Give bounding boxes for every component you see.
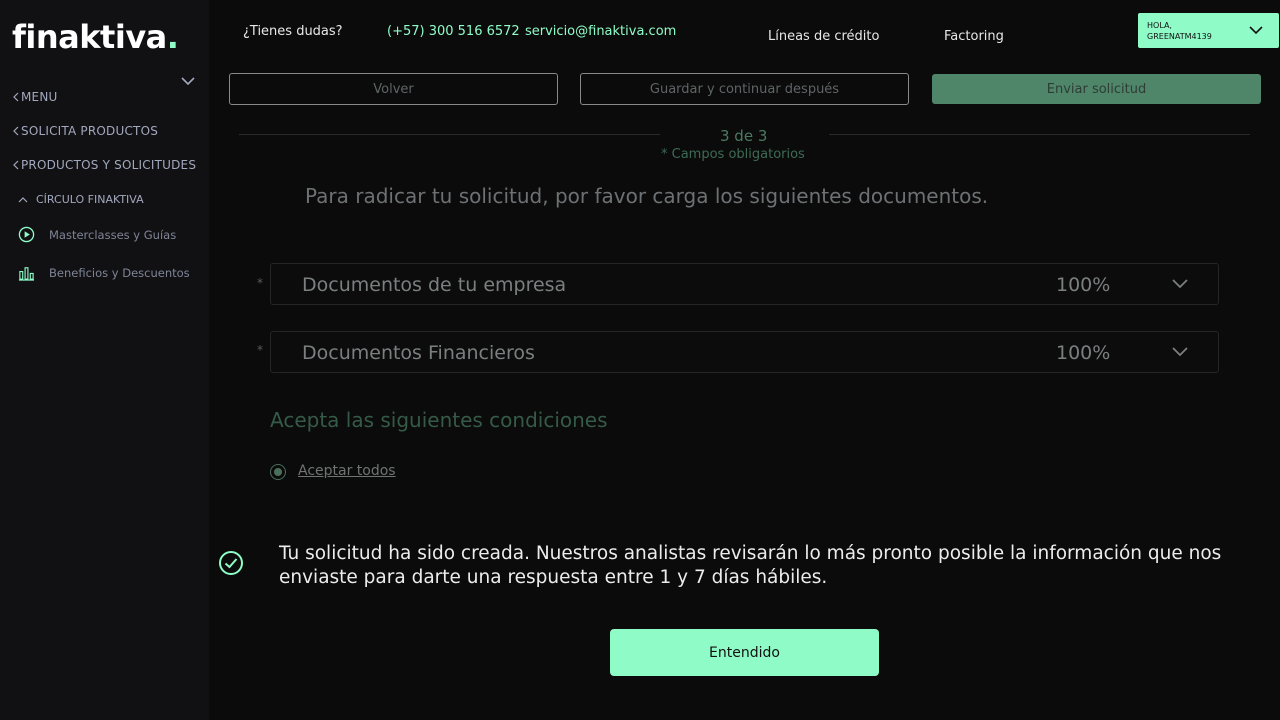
success-message: Tu solicitud ha sido creada. Nuestros an… (279, 543, 1222, 588)
chevron-left-icon (13, 92, 19, 102)
accordion-title: Documentos Financieros (302, 342, 535, 364)
sidebar-item-menu[interactable]: MENU (13, 90, 58, 104)
chevron-down-icon (1249, 26, 1263, 35)
user-menu-button[interactable]: HOLA, GREENATM4139 (1138, 13, 1279, 48)
nav-factoring[interactable]: Factoring (944, 29, 1004, 44)
sidebar-item-label: Beneficios y Descuentos (49, 265, 190, 280)
chevron-down-icon (1172, 347, 1188, 357)
check-circle-icon (219, 551, 243, 575)
back-button[interactable]: Volver (229, 73, 558, 105)
accordion-title: Documentos de tu empresa (302, 274, 567, 296)
sidebar-item-productos-solicitudes[interactable]: PRODUCTOS Y SOLICITUDES (13, 158, 196, 172)
divider (829, 134, 1250, 135)
help-question: ¿Tienes dudas? (243, 24, 343, 39)
save-later-button[interactable]: Guardar y continuar después (580, 73, 909, 105)
sidebar-item-label: SOLICITA PRODUCTOS (21, 124, 159, 138)
required-asterisk: * (257, 276, 263, 290)
accordion-progress: 100% (1056, 274, 1111, 296)
sidebar-item-beneficios[interactable]: Beneficios y Descuentos (18, 264, 190, 281)
user-greeting: HOLA, (1147, 20, 1172, 30)
sidebar-item-solicita-productos[interactable]: SOLICITA PRODUCTOS (13, 124, 158, 138)
accept-all-radio[interactable] (270, 464, 286, 480)
accordion-progress: 100% (1056, 342, 1111, 364)
sidebar-section-label: CÍRCULO FINAKTIVA (36, 193, 144, 206)
sidebar-item-label: MENU (21, 90, 58, 104)
nav-lineas-credito[interactable]: Líneas de crédito (768, 29, 879, 44)
phone-link[interactable]: (+57) 300 516 6572 (387, 24, 520, 39)
understood-button[interactable]: Entendido (610, 629, 879, 676)
sidebar-item-label: Masterclasses y Guías (49, 227, 177, 242)
chevron-left-icon (13, 126, 19, 136)
conditions-title: Acepta las siguientes condiciones (270, 408, 608, 432)
main-content: ¿Tienes dudas? (+57) 300 516 6572 servic… (209, 0, 1280, 720)
sidebar-item-label: PRODUCTOS Y SOLICITUDES (21, 158, 197, 172)
email-link[interactable]: servicio@finaktiva.com (525, 24, 676, 39)
sidebar-item-masterclasses[interactable]: Masterclasses y Guías (18, 226, 176, 243)
chevron-up-icon (18, 196, 28, 202)
step-indicator: 3 de 3 (720, 127, 768, 145)
accordion-financial-documents[interactable]: Documentos Financieros 100% (270, 331, 1219, 373)
divider (239, 134, 660, 135)
chevron-down-icon[interactable] (180, 75, 196, 87)
finaktiva-logo[interactable]: finaktiva. (12, 18, 179, 56)
benefits-icon (18, 267, 35, 281)
sidebar-section-circulo[interactable]: CÍRCULO FINAKTIVA (18, 193, 144, 206)
play-circle-icon (18, 226, 35, 243)
sidebar: finaktiva. MENU SOLICITA PRODUCTOS PRODU… (0, 0, 209, 720)
accordion-company-documents[interactable]: Documentos de tu empresa 100% (270, 263, 1219, 305)
chevron-left-icon (13, 160, 19, 170)
required-fields-note: * Campos obligatorios (661, 147, 805, 162)
instructions-text: Para radicar tu solicitud, por favor car… (305, 184, 989, 208)
chevron-down-icon (1172, 279, 1188, 289)
required-asterisk: * (257, 343, 263, 357)
user-name: GREENATM4139 (1147, 31, 1212, 41)
send-request-button[interactable]: Enviar solicitud (932, 74, 1261, 104)
accept-all-link[interactable]: Aceptar todos (298, 463, 396, 479)
